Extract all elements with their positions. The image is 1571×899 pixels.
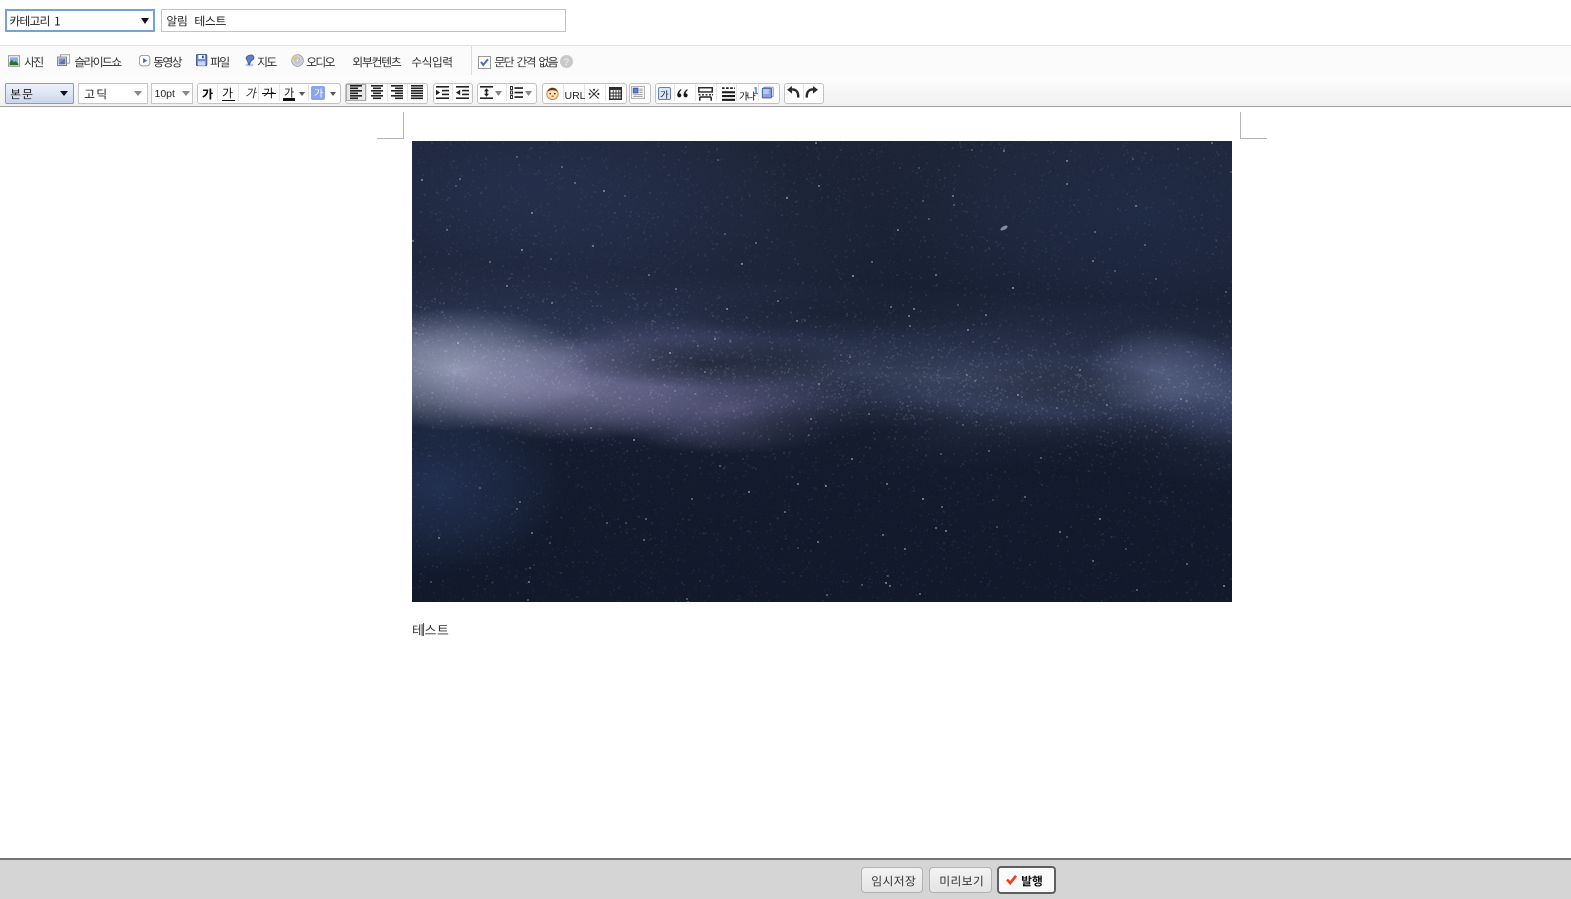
svg-text:?: ?	[564, 57, 570, 68]
